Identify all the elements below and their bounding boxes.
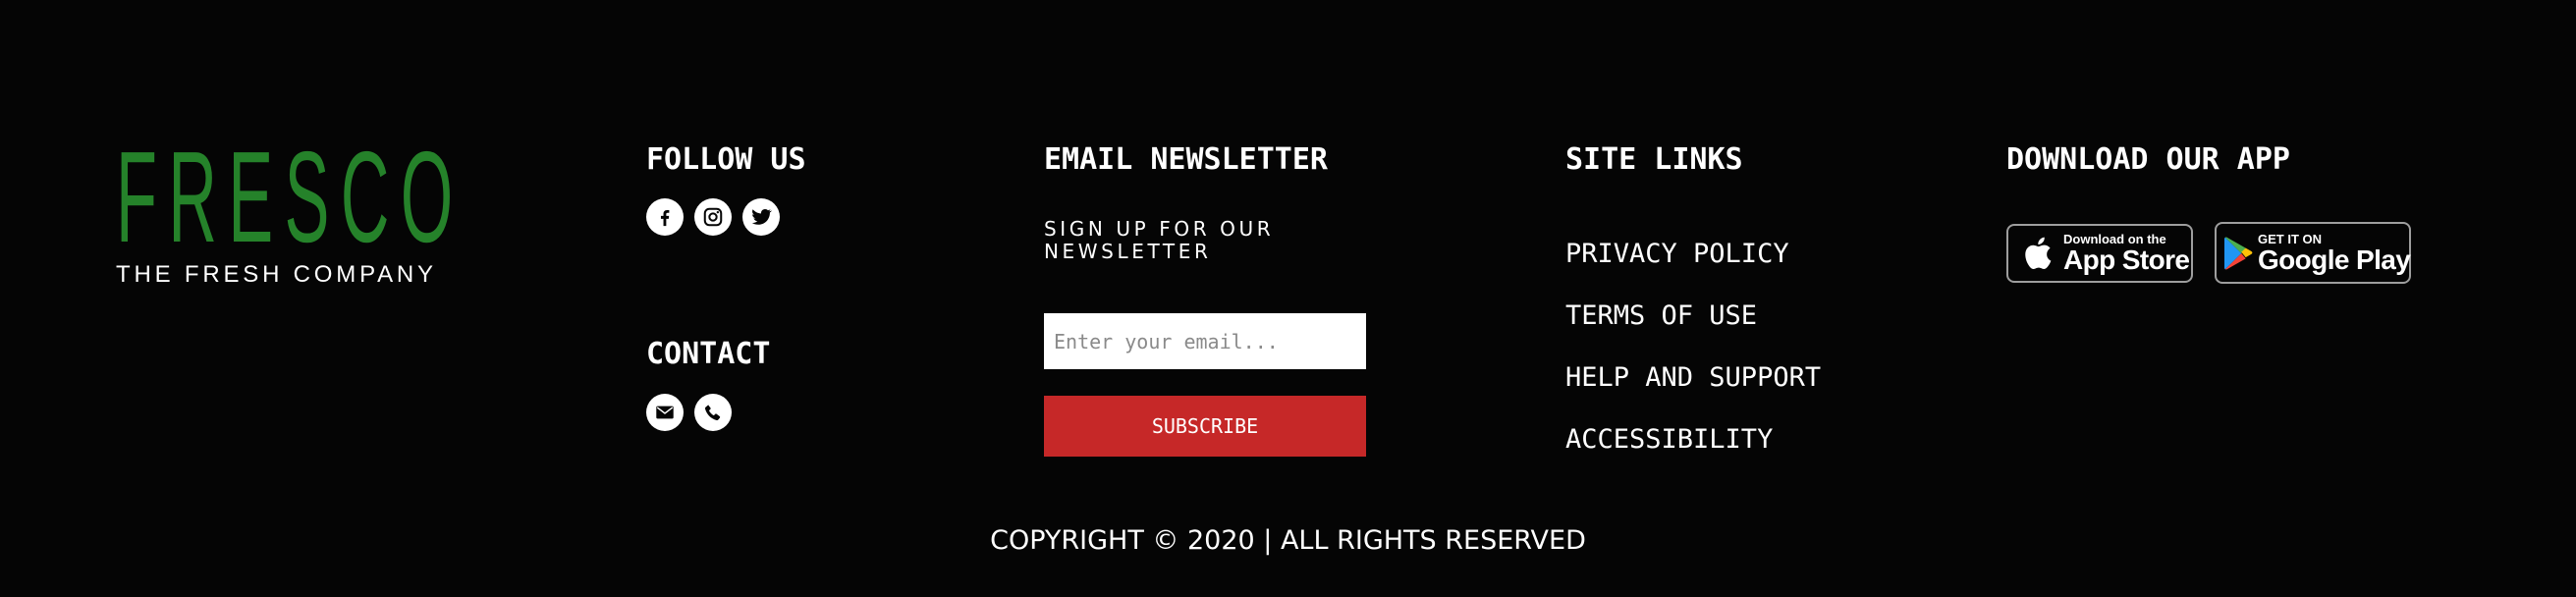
copyright-text: COPYRIGHT © 2020 | ALL RIGHTS RESERVED <box>990 525 1586 556</box>
site-links-section: SITE LINKS PRIVACY POLICY TERMS OF USE H… <box>1565 142 1821 486</box>
facebook-icon[interactable] <box>646 198 684 236</box>
google-play-text: GET IT ON Google Play <box>2258 232 2411 275</box>
terms-of-use-link[interactable]: TERMS OF USE <box>1565 300 1757 331</box>
email-input[interactable] <box>1044 313 1366 369</box>
follow-us-section: FOLLOW US <box>646 142 806 236</box>
follow-us-heading: FOLLOW US <box>646 142 806 177</box>
google-play-big-text: Google Play <box>2258 244 2411 275</box>
contact-heading: CONTACT <box>646 337 771 371</box>
newsletter-signup-label: SIGN UP FOR OUR NEWSLETTER <box>1044 217 1275 263</box>
download-app-heading: DOWNLOAD OUR APP <box>2006 142 2290 177</box>
site-links-heading: SITE LINKS <box>1565 142 1743 177</box>
app-store-badge[interactable]: Download on the App Store <box>2006 224 2193 283</box>
site-links-list: PRIVACY POLICY TERMS OF USE HELP AND SUP… <box>1565 239 1821 486</box>
contact-section: CONTACT <box>646 337 770 431</box>
newsletter-heading: EMAIL NEWSLETTER <box>1044 142 1328 177</box>
contact-icons <box>646 394 770 431</box>
social-icons <box>646 198 806 236</box>
help-and-support-link[interactable]: HELP AND SUPPORT <box>1565 362 1821 393</box>
google-play-icon <box>2222 235 2256 272</box>
brand-name: FRESCO <box>116 125 465 269</box>
newsletter-section: EMAIL NEWSLETTER SIGN UP FOR OUR NEWSLET… <box>1044 142 1378 476</box>
privacy-policy-link[interactable]: PRIVACY POLICY <box>1565 239 1789 269</box>
list-item: ACCESSIBILITY <box>1565 424 1821 486</box>
apple-icon <box>2014 235 2059 272</box>
app-store-text: Download on the App Store <box>2063 233 2190 275</box>
accessibility-link[interactable]: ACCESSIBILITY <box>1565 424 1773 455</box>
brand-logo[interactable]: FRESCO THE FRESH COMPANY <box>116 125 465 289</box>
download-app-section: DOWNLOAD OUR APP Download on the App Sto… <box>2006 142 2419 290</box>
phone-icon[interactable] <box>694 394 732 431</box>
app-store-big-text: App Store <box>2063 244 2190 275</box>
twitter-icon[interactable] <box>742 198 780 236</box>
list-item: HELP AND SUPPORT <box>1565 362 1821 424</box>
list-item: PRIVACY POLICY <box>1565 239 1821 300</box>
google-play-badge[interactable]: GET IT ON Google Play <box>2215 222 2411 284</box>
instagram-icon[interactable] <box>694 198 732 236</box>
list-item: TERMS OF USE <box>1565 300 1821 362</box>
email-icon[interactable] <box>646 394 684 431</box>
subscribe-button[interactable]: SUBSCRIBE <box>1044 396 1366 457</box>
